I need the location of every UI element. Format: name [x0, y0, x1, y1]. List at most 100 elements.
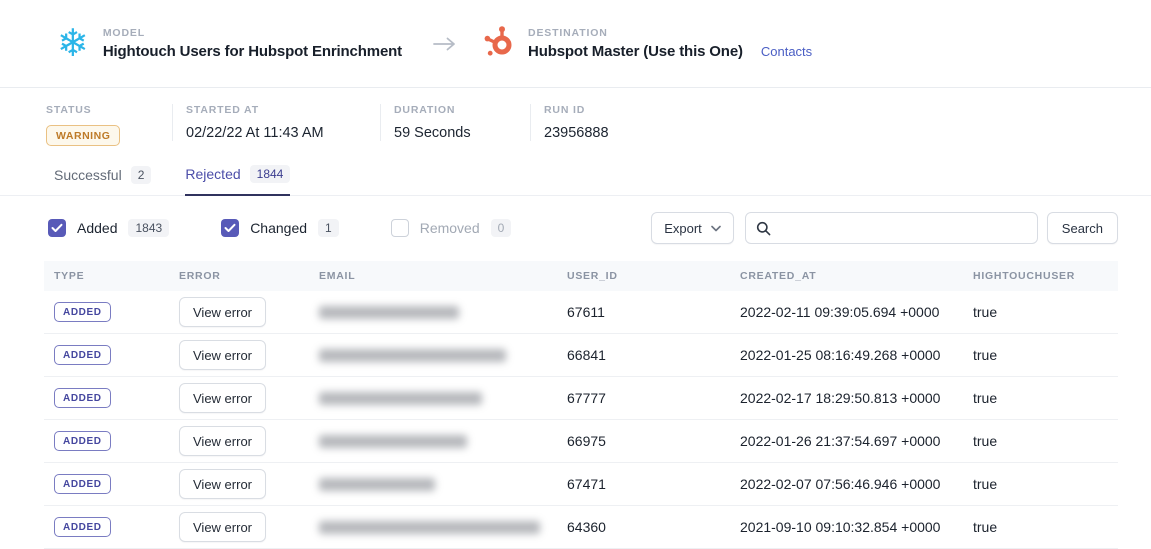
search-button-label: Search [1062, 221, 1103, 236]
hightouchuser-cell: true [963, 304, 1118, 320]
view-error-button[interactable]: View error [179, 340, 266, 370]
chevron-down-icon [711, 225, 721, 232]
result-tabs: Successful 2 Rejected 1844 [0, 165, 1151, 196]
view-error-button[interactable]: View error [179, 512, 266, 542]
search-button[interactable]: Search [1047, 212, 1118, 244]
table-row: ADDED View error 66975 2022-01-26 21:37:… [44, 420, 1118, 463]
duration-value: 59 Seconds [394, 125, 516, 141]
hightouchuser-cell: true [963, 347, 1118, 363]
checkmark-icon [224, 223, 236, 233]
created-at-cell: 2022-02-07 07:56:46.946 +0000 [730, 476, 963, 492]
type-badge: ADDED [54, 302, 111, 322]
created-at-cell: 2022-01-26 21:37:54.697 +0000 [730, 433, 963, 449]
model-block: ❄ MODEL Hightouch Users for Hubspot Enri… [57, 25, 402, 63]
tab-successful-count: 2 [131, 166, 152, 184]
user-id-cell: 64360 [557, 519, 730, 535]
status-badge: WARNING [46, 125, 120, 146]
started-at-label: STARTED AT [186, 104, 366, 116]
started-at-column: STARTED AT 02/22/22 At 11:43 AM [172, 104, 380, 141]
model-name: Hightouch Users for Hubspot Enrinchment [103, 43, 402, 60]
removed-count: 0 [491, 219, 512, 237]
type-badge: ADDED [54, 345, 111, 365]
hightouchuser-cell: true [963, 433, 1118, 449]
filter-added[interactable]: Added 1843 [48, 219, 169, 237]
contacts-link[interactable]: Contacts [761, 44, 812, 59]
view-error-button[interactable]: View error [179, 297, 266, 327]
destination-block: DESTINATION Hubspot Master (Use this One… [484, 25, 812, 62]
export-label: Export [664, 221, 702, 236]
type-badge: ADDED [54, 517, 111, 537]
hightouchuser-cell: true [963, 519, 1118, 535]
tab-successful[interactable]: Successful 2 [54, 165, 151, 195]
user-id-cell: 67471 [557, 476, 730, 492]
table-row: ADDED View error 67777 2022-02-17 18:29:… [44, 377, 1118, 420]
rejected-rows-table: TYPE ERROR EMAIL USER_ID CREATED_AT HIGH… [44, 261, 1118, 549]
duration-column: DURATION 59 Seconds [380, 104, 530, 141]
changed-checkbox[interactable] [221, 219, 239, 237]
table-toolbar: Added 1843 Changed 1 Removed 0 Export Se… [0, 196, 1151, 256]
search-box[interactable] [745, 212, 1038, 244]
view-error-button[interactable]: View error [179, 426, 266, 456]
model-eyebrow: MODEL [103, 27, 402, 39]
view-error-button[interactable]: View error [179, 469, 266, 499]
user-id-cell: 66975 [557, 433, 730, 449]
created-at-cell: 2022-01-25 08:16:49.268 +0000 [730, 347, 963, 363]
created-at-cell: 2022-02-17 18:29:50.813 +0000 [730, 390, 963, 406]
changed-count: 1 [318, 219, 339, 237]
run-id-value: 23956888 [544, 125, 609, 141]
redacted-email [319, 306, 459, 319]
hubspot-icon [484, 25, 514, 62]
user-id-cell: 66841 [557, 347, 730, 363]
added-checkbox[interactable] [48, 219, 66, 237]
column-header-email: EMAIL [309, 270, 557, 282]
type-badge: ADDED [54, 474, 111, 494]
tab-rejected[interactable]: Rejected 1844 [185, 165, 290, 196]
changed-label: Changed [250, 220, 307, 236]
column-header-created-at: CREATED_AT [730, 270, 963, 282]
run-id-column: RUN ID 23956888 [530, 104, 623, 141]
tab-rejected-label: Rejected [185, 166, 240, 182]
redacted-email [319, 349, 506, 362]
user-id-cell: 67777 [557, 390, 730, 406]
started-at-value: 02/22/22 At 11:43 AM [186, 125, 366, 141]
column-header-error: ERROR [169, 270, 309, 282]
filter-changed[interactable]: Changed 1 [221, 219, 339, 237]
duration-label: DURATION [394, 104, 516, 116]
added-label: Added [77, 220, 117, 236]
type-badge: ADDED [54, 431, 111, 451]
snowflake-icon: ❄ [57, 25, 89, 63]
search-icon [756, 221, 771, 236]
checkmark-icon [51, 223, 63, 233]
table-row: ADDED View error 66841 2022-01-25 08:16:… [44, 334, 1118, 377]
table-header-row: TYPE ERROR EMAIL USER_ID CREATED_AT HIGH… [44, 261, 1118, 291]
sync-run-page: ❄ MODEL Hightouch Users for Hubspot Enri… [0, 0, 1151, 549]
hightouchuser-cell: true [963, 476, 1118, 492]
arrow-right-icon [432, 36, 458, 57]
run-id-label: RUN ID [544, 104, 609, 116]
redacted-email [319, 478, 435, 491]
added-count: 1843 [128, 219, 169, 237]
created-at-cell: 2021-09-10 09:10:32.854 +0000 [730, 519, 963, 535]
table-row: ADDED View error 67611 2022-02-11 09:39:… [44, 291, 1118, 334]
column-header-user-id: USER_ID [557, 270, 730, 282]
column-header-type: TYPE [44, 270, 169, 282]
filter-removed[interactable]: Removed 0 [391, 219, 512, 237]
tab-successful-label: Successful [54, 167, 122, 183]
hightouchuser-cell: true [963, 390, 1118, 406]
created-at-cell: 2022-02-11 09:39:05.694 +0000 [730, 304, 963, 320]
view-error-button[interactable]: View error [179, 383, 266, 413]
export-button[interactable]: Export [651, 212, 734, 244]
user-id-cell: 67611 [557, 304, 730, 320]
status-label: STATUS [46, 104, 158, 116]
table-row: ADDED View error 67471 2022-02-07 07:56:… [44, 463, 1118, 506]
redacted-email [319, 521, 540, 534]
search-input[interactable] [779, 220, 1027, 237]
redacted-email [319, 435, 467, 448]
table-row: ADDED View error 64360 2021-09-10 09:10:… [44, 506, 1118, 549]
run-header: ❄ MODEL Hightouch Users for Hubspot Enri… [0, 0, 1151, 88]
removed-checkbox[interactable] [391, 219, 409, 237]
status-column: STATUS WARNING [46, 104, 172, 146]
removed-label: Removed [420, 220, 480, 236]
destination-eyebrow: DESTINATION [528, 27, 812, 39]
destination-name: Hubspot Master (Use this One) [528, 43, 743, 60]
